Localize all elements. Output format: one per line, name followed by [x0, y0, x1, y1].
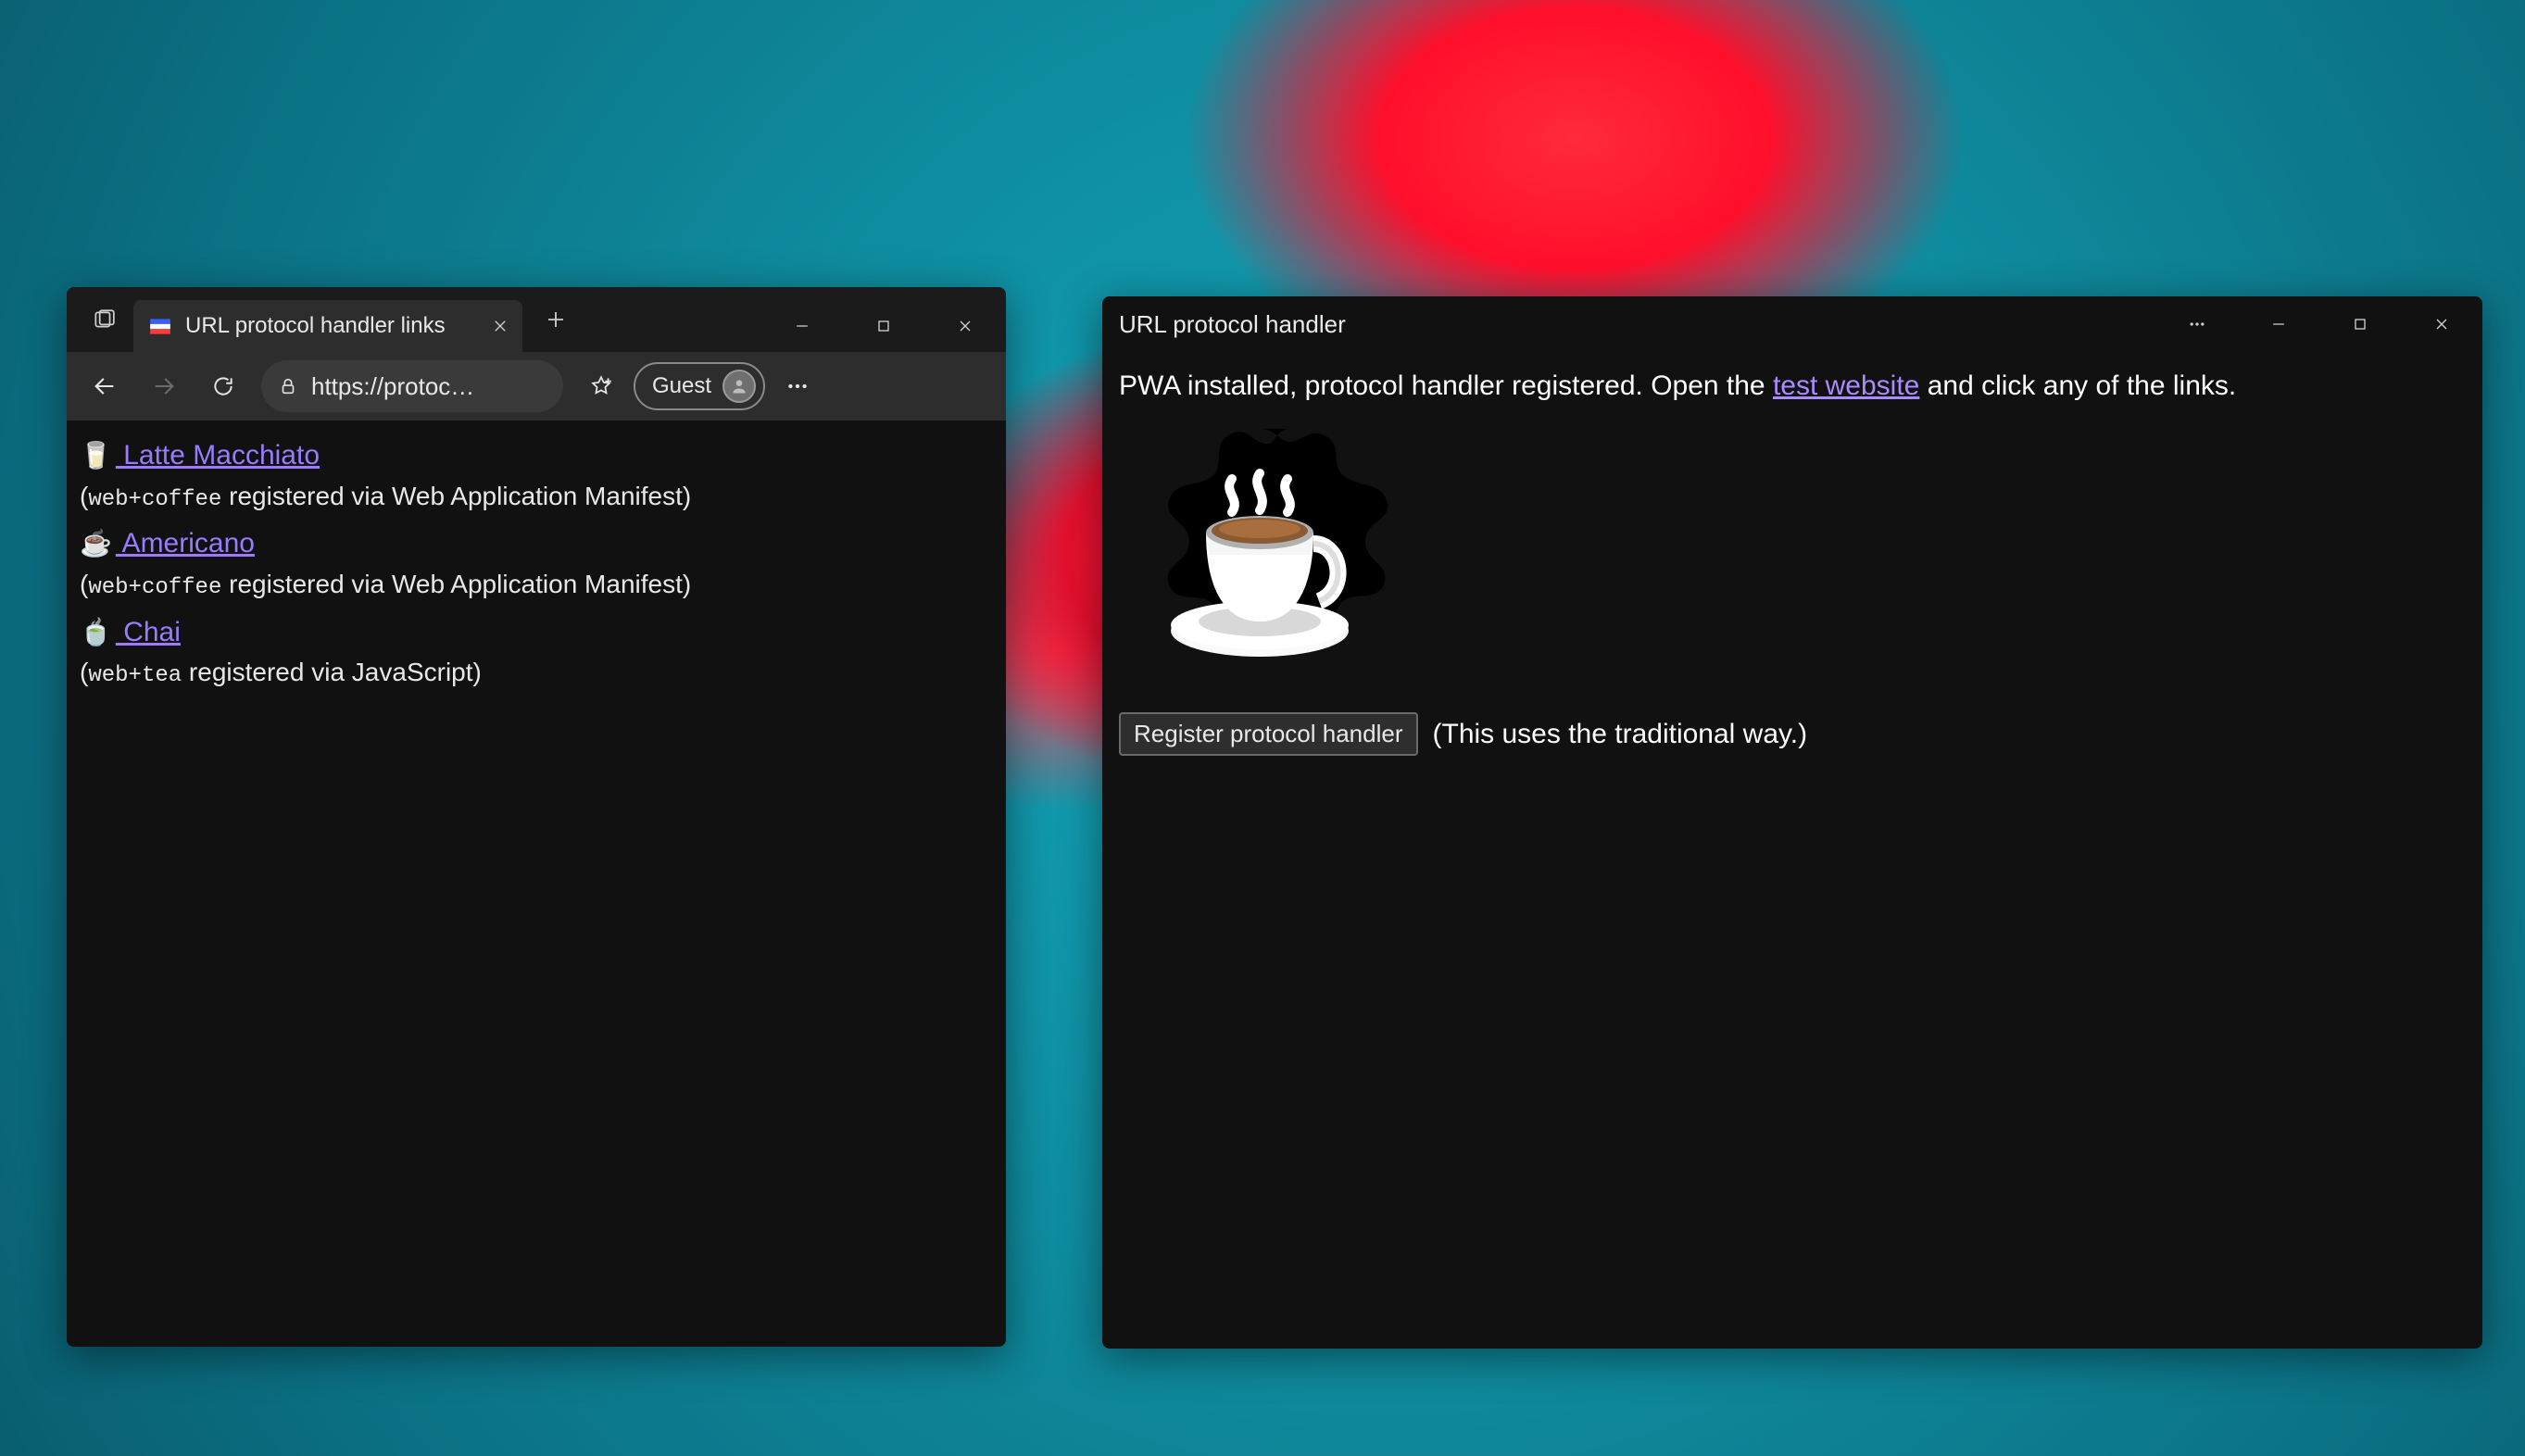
link-americano[interactable]: Americano: [116, 528, 255, 559]
minimize-icon: [2269, 315, 2288, 333]
link-latte-macchiato[interactable]: Latte Macchiato: [116, 440, 320, 471]
tab-favicon: [148, 314, 172, 338]
browser-tab[interactable]: URL protocol handler links: [133, 300, 522, 352]
register-protocol-handler-button[interactable]: Register protocol handler: [1119, 712, 1418, 756]
window-close-button[interactable]: [924, 300, 1006, 352]
link-chai[interactable]: Chai: [116, 617, 181, 647]
register-note: (This uses the traditional way.): [1433, 713, 1808, 755]
drink-emoji: 🍵: [80, 618, 112, 646]
ellipsis-icon: [2188, 315, 2206, 333]
close-icon: [492, 318, 509, 334]
desktop-wallpaper: URL protocol handler links: [0, 0, 2525, 1456]
address-bar-text: https://protoc…: [311, 372, 474, 401]
page-content: 🥛 Latte Macchiato (web+coffee registered…: [67, 420, 1006, 1347]
window-maximize-button[interactable]: [2319, 298, 2401, 350]
tab-close-button[interactable]: [487, 313, 513, 339]
arrow-left-icon: [92, 373, 118, 399]
profile-label: Guest: [652, 373, 711, 399]
plus-icon: [545, 308, 567, 331]
ellipsis-icon: [785, 374, 810, 398]
maximize-icon: [2351, 315, 2369, 333]
maximize-icon: [874, 317, 893, 335]
minimize-icon: [793, 317, 811, 335]
link-test-website[interactable]: test website: [1773, 370, 1919, 401]
pwa-content: PWA installed, protocol handler register…: [1102, 352, 2482, 769]
favorites-button[interactable]: [574, 359, 628, 413]
tab-title: URL protocol handler links: [185, 313, 474, 339]
drink-emoji: 🥛: [80, 441, 112, 470]
window-close-button[interactable]: [2401, 298, 2482, 350]
star-plus-icon: [589, 374, 613, 398]
link-subtext: (web+coffee registered via Web Applicati…: [80, 566, 993, 605]
new-tab-button[interactable]: [534, 297, 578, 342]
window-minimize-button[interactable]: [761, 300, 843, 352]
intro-text: PWA installed, protocol handler register…: [1119, 365, 2466, 407]
close-icon: [956, 317, 974, 335]
more-button[interactable]: [771, 359, 824, 413]
link-subtext: (web+coffee registered via Web Applicati…: [80, 478, 993, 517]
window-maximize-button[interactable]: [843, 300, 924, 352]
coffee-cup-image: [1123, 423, 1401, 692]
window-minimize-button[interactable]: [2238, 298, 2319, 350]
lock-icon: [278, 376, 298, 396]
nav-forward-button[interactable]: [137, 359, 191, 413]
browser-window: URL protocol handler links: [67, 287, 1006, 1347]
nav-refresh-button[interactable]: [196, 359, 250, 413]
profile-button[interactable]: Guest: [634, 362, 765, 410]
person-icon: [730, 377, 748, 395]
pwa-title: URL protocol handler: [1119, 310, 1346, 339]
arrow-right-icon: [151, 373, 177, 399]
pwa-titlebar: URL protocol handler: [1102, 296, 2482, 352]
address-bar[interactable]: https://protoc…: [261, 360, 563, 412]
browser-toolbar: https://protoc… Guest: [67, 352, 1006, 420]
pwa-window: URL protocol handler: [1102, 296, 2482, 1349]
tab-actions-icon: [92, 308, 116, 332]
profile-avatar: [722, 370, 756, 403]
link-subtext: (web+tea registered via JavaScript): [80, 654, 993, 693]
refresh-icon: [211, 374, 235, 398]
drink-emoji: ☕: [80, 529, 112, 558]
tab-actions-button[interactable]: [74, 287, 133, 352]
site-info-button[interactable]: [278, 376, 298, 396]
nav-back-button[interactable]: [78, 359, 132, 413]
close-icon: [2432, 315, 2451, 333]
tab-strip: URL protocol handler links: [67, 287, 1006, 352]
app-menu-button[interactable]: [2156, 298, 2238, 350]
